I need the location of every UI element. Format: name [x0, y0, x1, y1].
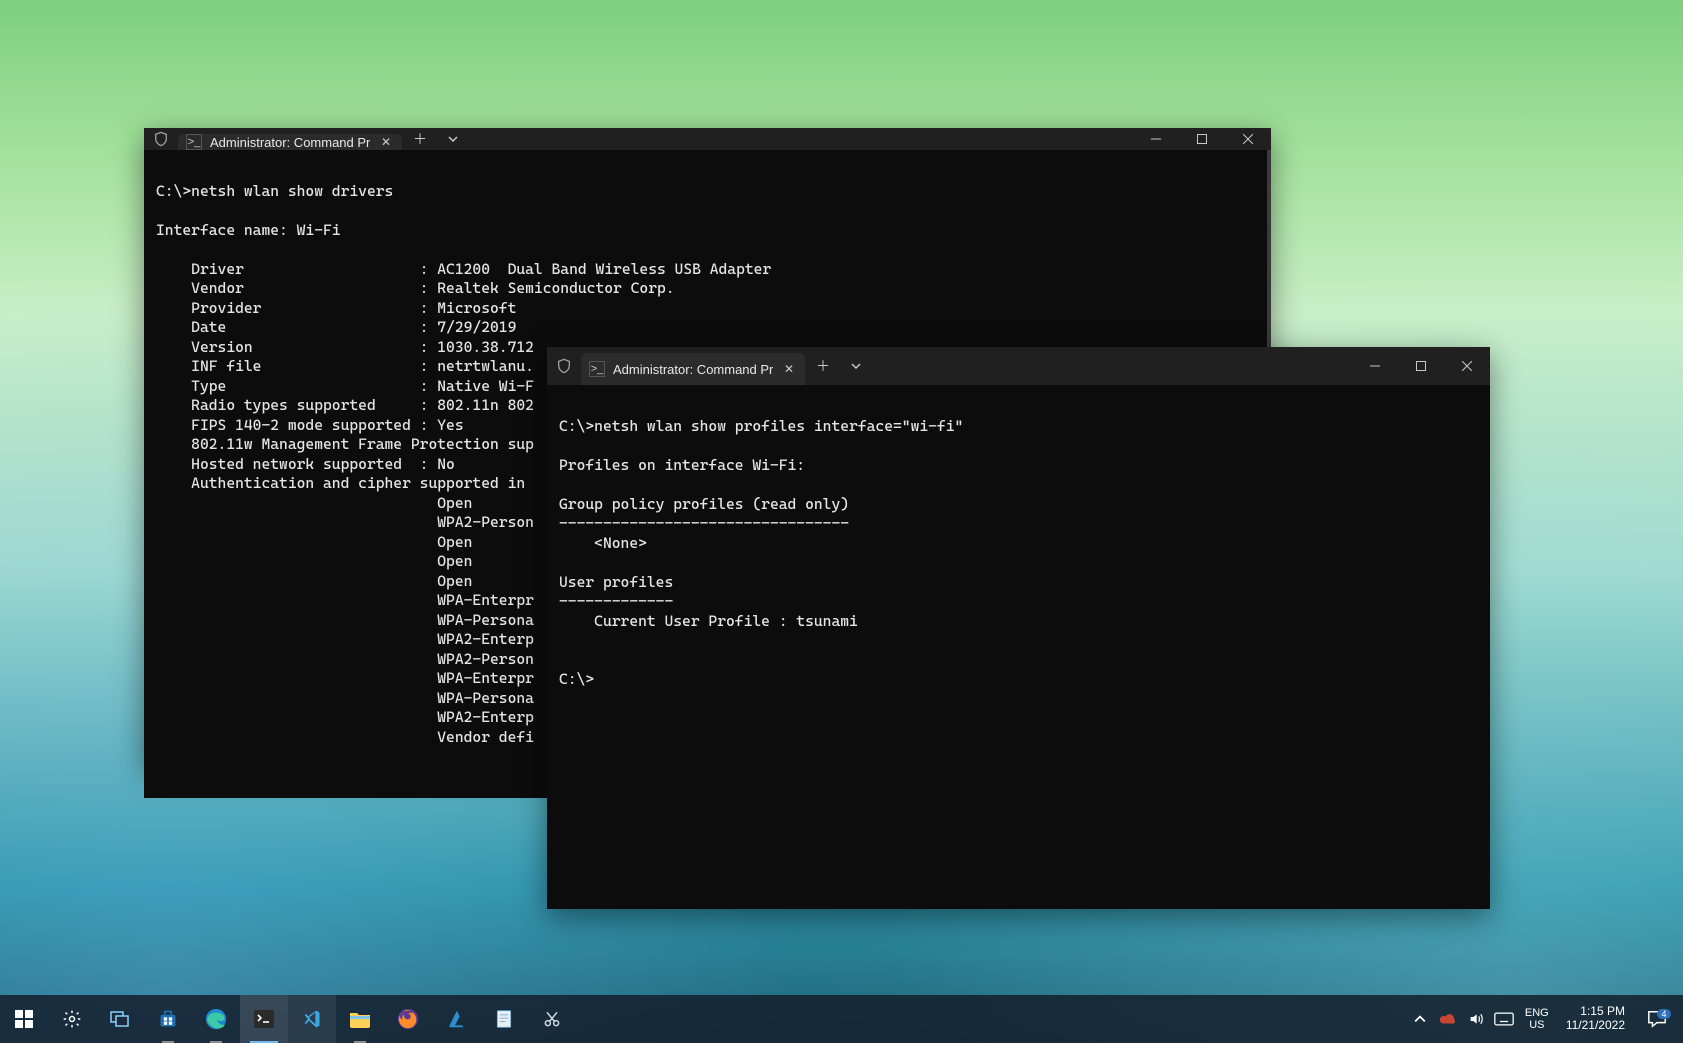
taskbar: ENG US 1:15 PM 11/21/2022 4	[0, 995, 1683, 1043]
file-explorer-icon[interactable]	[336, 995, 384, 1043]
language-indicator[interactable]: ENG US	[1520, 1007, 1554, 1031]
clock-time: 1:15 PM	[1580, 1005, 1625, 1019]
snipping-tool-icon[interactable]	[528, 995, 576, 1043]
microsoft-store-icon[interactable]	[144, 995, 192, 1043]
close-button[interactable]	[1225, 128, 1271, 150]
window2-terminal-body[interactable]: C:\>netsh wlan show profiles interface="…	[547, 385, 1490, 909]
maximize-button[interactable]	[1398, 347, 1444, 385]
keyboard-tray-icon[interactable]	[1492, 1007, 1516, 1031]
volume-tray-icon[interactable]	[1464, 1007, 1488, 1031]
terminal-window-2: >_ Administrator: Command Prom ✕ ＋ C:\>n…	[547, 347, 1490, 909]
windows-terminal-icon[interactable]	[240, 995, 288, 1043]
cmd-icon: >_	[186, 134, 202, 150]
tab-dropdown-button[interactable]	[841, 347, 871, 385]
edge-browser-icon[interactable]	[192, 995, 240, 1043]
onedrive-tray-icon[interactable]	[1436, 1007, 1460, 1031]
settings-icon[interactable]	[48, 995, 96, 1043]
close-button[interactable]	[1444, 347, 1490, 385]
vscode-icon[interactable]	[288, 995, 336, 1043]
tab-close-button[interactable]: ✕	[378, 134, 394, 150]
cmd-icon: >_	[589, 361, 605, 377]
lang-primary: ENG	[1525, 1007, 1549, 1019]
new-tab-button[interactable]: ＋	[805, 347, 841, 385]
shield-icon	[144, 128, 178, 150]
window1-titlebar[interactable]: >_ Administrator: Command Prom ✕ ＋	[144, 128, 1271, 150]
clock[interactable]: 1:15 PM 11/21/2022	[1558, 1005, 1633, 1033]
notepad-icon[interactable]	[480, 995, 528, 1043]
window2-tab-title: Administrator: Command Prom	[613, 362, 773, 377]
azure-icon[interactable]	[432, 995, 480, 1043]
tab-close-button[interactable]: ✕	[781, 361, 797, 377]
minimize-button[interactable]	[1133, 128, 1179, 150]
notification-badge: 4	[1657, 1009, 1670, 1019]
lang-secondary: US	[1529, 1019, 1544, 1031]
action-center-button[interactable]: 4	[1637, 1009, 1677, 1029]
taskbar-spacer[interactable]	[576, 995, 1408, 1043]
firefox-icon[interactable]	[384, 995, 432, 1043]
window2-output: C:\>netsh wlan show profiles interface="…	[559, 417, 963, 689]
minimize-button[interactable]	[1352, 347, 1398, 385]
new-tab-button[interactable]: ＋	[402, 128, 438, 150]
maximize-button[interactable]	[1179, 128, 1225, 150]
window1-tab-title: Administrator: Command Prom	[210, 135, 370, 150]
window1-tab[interactable]: >_ Administrator: Command Prom ✕	[178, 134, 402, 150]
task-view-icon[interactable]	[96, 995, 144, 1043]
start-button[interactable]	[0, 995, 48, 1043]
clock-date: 11/21/2022	[1566, 1019, 1625, 1033]
window2-tab[interactable]: >_ Administrator: Command Prom ✕	[581, 353, 805, 385]
shield-icon	[547, 347, 581, 385]
tray-overflow-icon[interactable]	[1408, 1007, 1432, 1031]
tab-dropdown-button[interactable]	[438, 128, 468, 150]
window2-titlebar[interactable]: >_ Administrator: Command Prom ✕ ＋	[547, 347, 1490, 385]
